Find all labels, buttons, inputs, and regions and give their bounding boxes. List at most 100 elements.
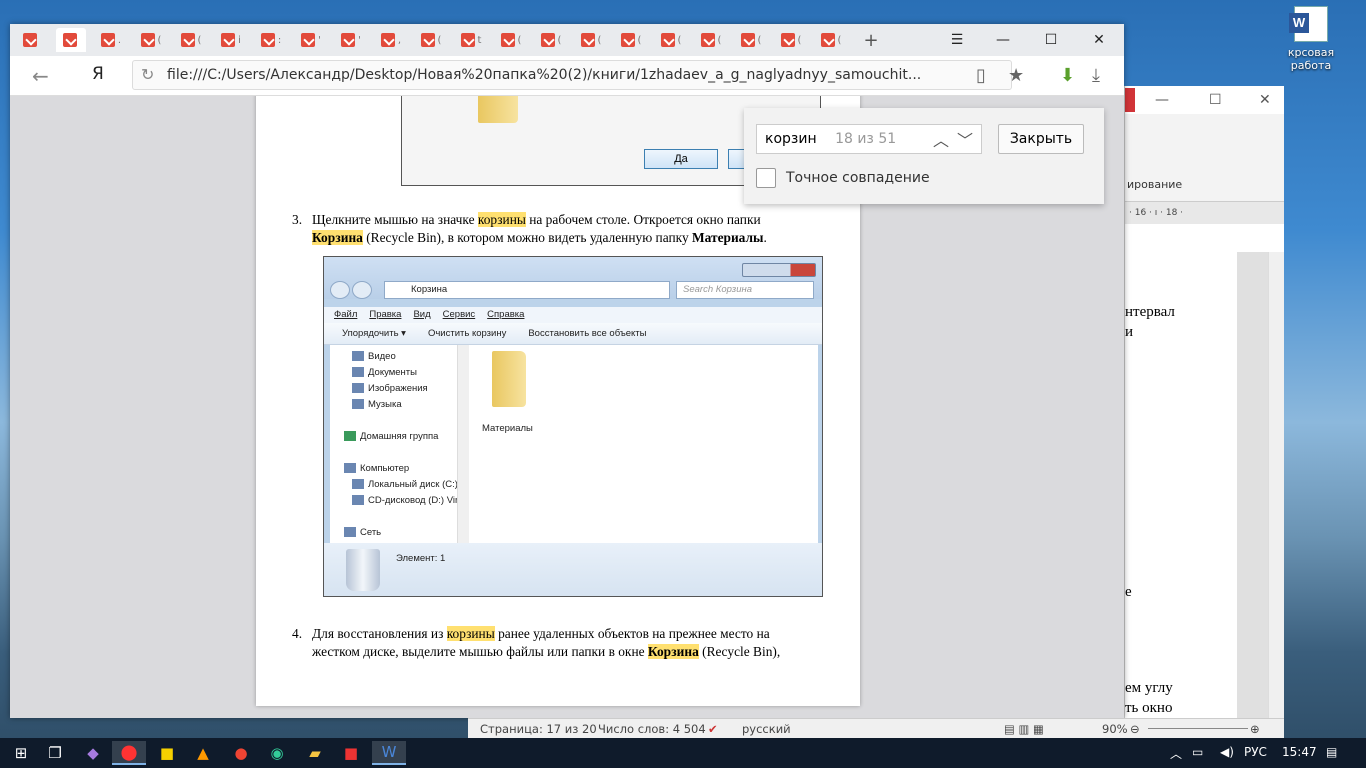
zoom-out-icon[interactable]: ⊖: [1130, 722, 1140, 736]
tab-title: i: [238, 34, 241, 46]
word-scrollbar[interactable]: [1268, 252, 1284, 718]
browser-tab[interactable]: ': [296, 28, 326, 52]
zoom-in-icon[interactable]: ⊕: [1250, 722, 1260, 736]
tab-title: ': [318, 34, 321, 46]
status-page[interactable]: Страница: 17 из 20: [480, 722, 597, 736]
tree-item: Компьютер: [344, 463, 409, 474]
zoom-slider[interactable]: [1148, 728, 1248, 729]
browser-tab[interactable]: (: [136, 28, 166, 52]
find-prev-icon[interactable]: ︿: [933, 127, 949, 151]
reader-mode-icon[interactable]: ▯: [976, 65, 986, 86]
tree-label: Музыка: [368, 399, 402, 410]
word-minimize[interactable]: —: [1155, 92, 1169, 108]
bookmark-star-icon[interactable]: ★: [1008, 65, 1024, 86]
browser-tab[interactable]: (: [696, 28, 726, 52]
browser-tab[interactable]: [16, 28, 46, 52]
proofing-icon[interactable]: ✔: [708, 722, 718, 736]
zoom-level[interactable]: 90%: [1102, 722, 1128, 736]
browser-tab[interactable]: (: [416, 28, 446, 52]
avast-icon[interactable]: ▲: [186, 741, 220, 765]
browser-tab[interactable]: i: [216, 28, 246, 52]
app-icon[interactable]: ●: [224, 741, 258, 765]
tab-favicon-icon: [140, 33, 155, 47]
sticky-notes-icon[interactable]: ■: [150, 741, 184, 765]
word-maximize[interactable]: ☐: [1209, 92, 1222, 108]
tab-favicon-icon: [700, 33, 715, 47]
explorer-screenshot: Корзина Search Корзина Файл Правка Вид Серв…: [323, 256, 823, 597]
yandex-logo[interactable]: Я: [92, 64, 104, 84]
notifications-icon[interactable]: ▤: [1326, 745, 1337, 759]
desktop-icon-label: крсовая работа: [1287, 46, 1335, 72]
browser-tab[interactable]: (: [536, 28, 566, 52]
network-icon: [344, 527, 356, 538]
browser-tab[interactable]: :: [256, 28, 286, 52]
start-windows-icon[interactable]: ⊞: [4, 741, 38, 765]
browser-tab[interactable]: [56, 28, 86, 52]
tree-label: CD-дисковод (D:) Virt: [368, 495, 461, 506]
pdf-viewport[interactable]: Да 3. Щелкните мышью на значке корзины н…: [10, 96, 1124, 718]
app-icon[interactable]: ◆: [76, 741, 110, 765]
minimize-button[interactable]: —: [980, 26, 1026, 54]
browser-tab[interactable]: (: [776, 28, 806, 52]
app-icon[interactable]: ◉: [260, 741, 294, 765]
back-arrow-icon[interactable]: ←: [32, 64, 49, 88]
reload-icon[interactable]: ↻: [141, 65, 154, 84]
desktop-word-file[interactable]: крсовая работа: [1276, 6, 1346, 72]
app-icon[interactable]: ■: [334, 741, 368, 765]
tree-label: Документы: [368, 367, 417, 378]
status-text: Элемент: 1: [396, 553, 446, 564]
explorer-titlebar: Корзина Search Корзина: [324, 257, 822, 299]
tab-favicon-icon: [301, 33, 316, 47]
browser-tab[interactable]: ,: [376, 28, 406, 52]
downloads-icon[interactable]: ⤓: [1092, 65, 1100, 86]
browser-tab[interactable]: .: [96, 28, 126, 52]
explorer-menu-item: Вид: [413, 309, 431, 320]
status-language[interactable]: русский: [742, 722, 791, 736]
word-window: — ☐ ✕ ирование · 16 · ı · 18 · нтервал и…: [1124, 86, 1284, 718]
find-close-button[interactable]: Закрыть: [998, 124, 1084, 154]
find-input[interactable]: корзин 18 из 51 ︿ ﹀: [756, 124, 982, 154]
status-words[interactable]: Число слов: 4 504: [598, 722, 706, 736]
browser-tab[interactable]: ': [336, 28, 366, 52]
url-text: file:///C:/Users/Александр/Desktop/Новая…: [167, 67, 922, 83]
clock[interactable]: 15:47: [1282, 745, 1317, 759]
word-close[interactable]: ✕: [1259, 92, 1271, 108]
yandex-browser-icon[interactable]: ⬤: [112, 741, 146, 765]
exact-match-checkbox[interactable]: [756, 168, 776, 188]
volume-icon[interactable]: ◀): [1220, 745, 1234, 759]
task-view-icon[interactable]: ❐: [38, 741, 72, 765]
explorer-command: Очистить корзину: [427, 328, 507, 339]
browser-window: + ☰ — ☐ ✕ . ( ( i: ' ', ( t ( ( ( ( ( ( ( ( ( ← Я ↻ file…: [10, 24, 1124, 718]
explorer-search: Search Корзина: [676, 281, 814, 299]
browser-tab[interactable]: (: [496, 28, 526, 52]
browser-tab[interactable]: (: [816, 28, 846, 52]
close-button[interactable]: ✕: [1076, 26, 1122, 54]
url-field[interactable]: ↻ file:///C:/Users/Александр/Desktop/Нов…: [132, 60, 1012, 90]
explorer-breadcrumb: Корзина: [384, 281, 670, 299]
download-manager-icon[interactable]: ⬇: [1060, 65, 1075, 86]
ribbon-editing-label: ирование: [1127, 178, 1183, 191]
tab-favicon-icon: [221, 33, 236, 47]
browser-tab[interactable]: t: [456, 28, 486, 52]
tree-item: CD-дисковод (D:) Virt: [352, 495, 461, 506]
menu-icon[interactable]: ☰: [934, 26, 980, 54]
view-icons[interactable]: ▤ ▥ ▦: [1004, 722, 1044, 736]
folder-label: Материалы: [482, 423, 533, 434]
tab-title: (: [637, 34, 642, 46]
browser-tab[interactable]: (: [736, 28, 766, 52]
find-next-icon[interactable]: ﹀: [957, 127, 973, 151]
word-taskbar-icon[interactable]: W: [372, 741, 406, 765]
browser-tab[interactable]: (: [576, 28, 606, 52]
keyboard-language[interactable]: РУС: [1244, 745, 1267, 759]
browser-tab[interactable]: (: [656, 28, 686, 52]
network-tray-icon[interactable]: ▭: [1192, 745, 1203, 759]
new-tab-button[interactable]: +: [856, 28, 886, 52]
browser-tab[interactable]: (: [176, 28, 206, 52]
maximize-button[interactable]: ☐: [1028, 26, 1074, 54]
computer-icon: [344, 463, 356, 474]
file-explorer-icon[interactable]: ▰: [298, 741, 332, 765]
tree-item: Локальный диск (C:): [352, 479, 458, 490]
tray-arrow-icon[interactable]: ︿: [1170, 745, 1182, 762]
tree-item: Сеть: [344, 527, 381, 538]
browser-tab[interactable]: (: [616, 28, 646, 52]
